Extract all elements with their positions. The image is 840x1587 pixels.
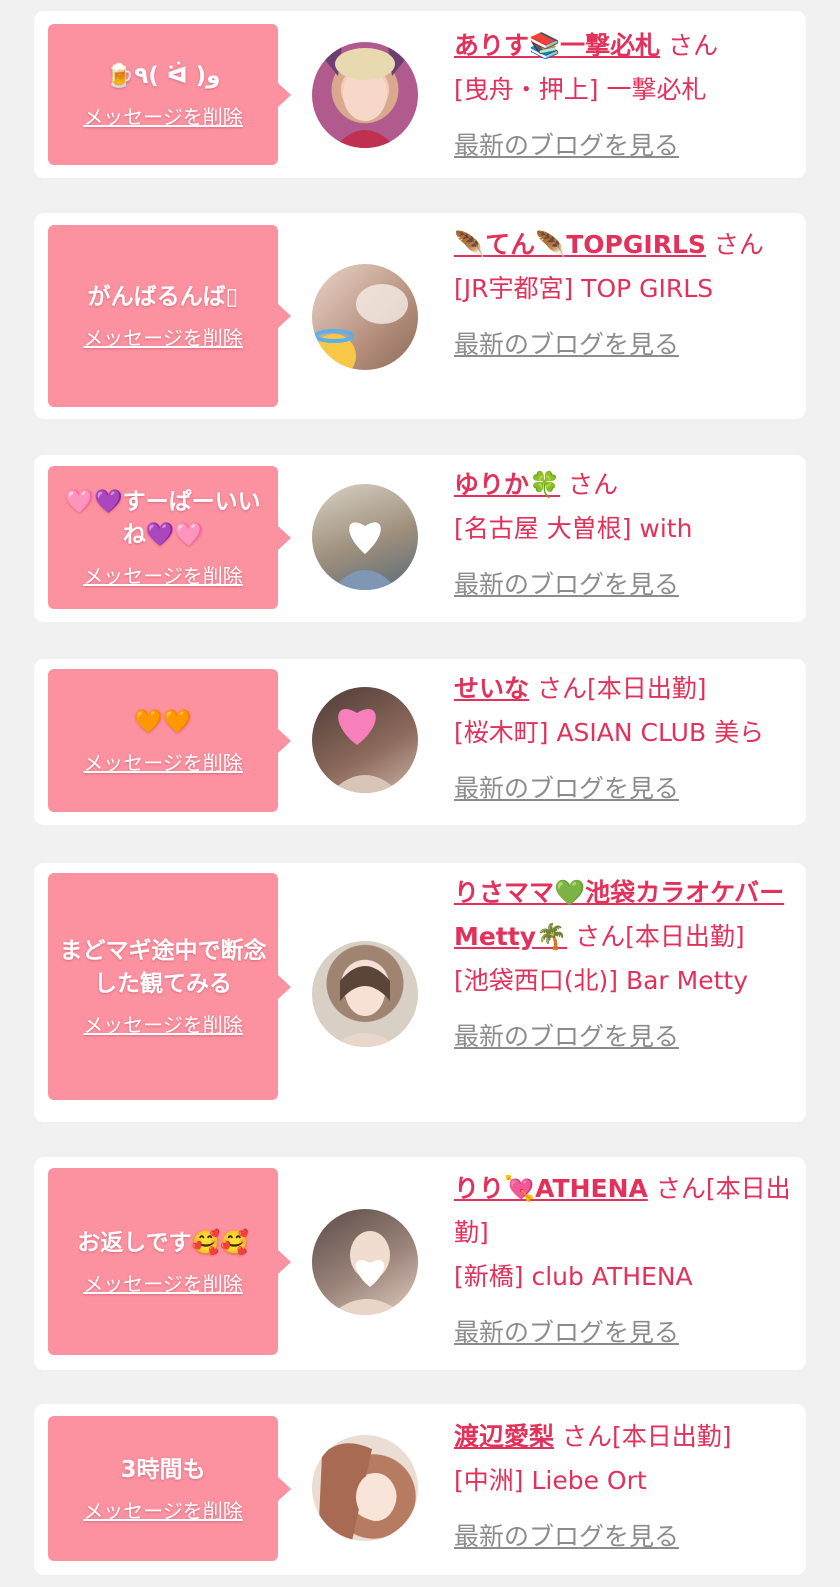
cast-info: せいな さん[本日出勤] [桜木町] ASIAN CLUB 美ら 最新のブログを…	[454, 667, 792, 811]
message-bubble: 🍺٩( ᐛ )و メッセージを削除	[48, 24, 291, 165]
cast-name-link[interactable]: りり💘ATHENA	[454, 1174, 648, 1203]
avatar[interactable]	[312, 264, 418, 370]
message-bubble: 🧡🧡 メッセージを削除	[48, 669, 291, 812]
message-card: がんばるんば▯ メッセージを削除 🪶てん🪶TOPGIRLS さん [JR宇都宮]…	[34, 213, 806, 419]
message-bubble: まどマギ途中で断念した観てみる メッセージを削除	[48, 873, 291, 1100]
honorific: さん	[713, 230, 764, 259]
latest-blog-link[interactable]: 最新のブログを見る	[454, 124, 679, 168]
avatar[interactable]	[312, 484, 418, 590]
message-text: 🧡🧡	[134, 708, 192, 735]
cast-info: りさママ💚池袋カラオケバーMetty🌴 さん[本日出勤] [池袋西口(北)] B…	[454, 871, 792, 1059]
latest-blog-link[interactable]: 最新のブログを見る	[454, 1311, 679, 1355]
avatar-image	[332, 522, 398, 590]
cast-name-link[interactable]: せいな	[454, 674, 529, 703]
shop-name: [曳舟・押上] 一撃必札	[454, 75, 707, 104]
message-text: がんばるんば▯	[87, 284, 239, 310]
avatar-image	[312, 284, 408, 370]
cast-info: 🪶てん🪶TOPGIRLS さん [JR宇都宮] TOP GIRLS 最新のブログ…	[454, 223, 792, 367]
delete-message-link[interactable]: メッセージを削除	[83, 560, 243, 589]
message-text: 🩷💜すーぱーいいね💜🩷	[65, 489, 261, 548]
shop-name: [名古屋 大曽根] with	[454, 514, 693, 543]
cast-name-link[interactable]: 渡辺愛梨	[454, 1422, 554, 1451]
honorific: さん[本日出勤]	[561, 1422, 732, 1451]
latest-blog-link[interactable]: 最新のブログを見る	[454, 1015, 679, 1059]
honorific: さん	[568, 470, 619, 499]
message-bubble: お返しです🥰🥰 メッセージを削除	[48, 1168, 291, 1355]
avatar[interactable]	[312, 1209, 418, 1315]
delete-message-link[interactable]: メッセージを削除	[83, 1009, 243, 1038]
cast-info: ありす📚一撃必札 さん [曳舟・押上] 一撃必札 最新のブログを見る	[454, 24, 792, 168]
message-card: まどマギ途中で断念した観てみる メッセージを削除 りさママ💚池袋カラオケバーMe…	[34, 863, 806, 1122]
shop-name: [池袋西口(北)] Bar Metty	[454, 966, 749, 995]
shop-name: [JR宇都宮] TOP GIRLS	[454, 274, 714, 303]
cast-name-link[interactable]: 🪶てん🪶TOPGIRLS	[454, 230, 706, 259]
message-text: 3時間も	[120, 1456, 206, 1483]
avatar-image	[318, 1443, 396, 1541]
avatar-image	[332, 966, 398, 1047]
avatar-image	[322, 46, 408, 148]
latest-blog-link[interactable]: 最新のブログを見る	[454, 563, 679, 607]
message-card: 🧡🧡 メッセージを削除 せいな さん[本日出勤] [桜木町] ASIAN CLU…	[34, 659, 806, 825]
message-text: まどマギ途中で断念した観てみる	[59, 938, 267, 997]
avatar[interactable]	[312, 941, 418, 1047]
delete-message-link[interactable]: メッセージを削除	[83, 101, 243, 130]
latest-blog-link[interactable]: 最新のブログを見る	[454, 1515, 679, 1559]
latest-blog-link[interactable]: 最新のブログを見る	[454, 323, 679, 367]
avatar[interactable]	[312, 687, 418, 793]
cast-info: ゆりか🍀 さん [名古屋 大曽根] with 最新のブログを見る	[454, 463, 792, 607]
avatar[interactable]	[312, 42, 418, 148]
message-text: 🍺٩( ᐛ )و	[105, 62, 221, 89]
honorific: さん[本日出勤]	[536, 674, 707, 703]
message-card: お返しです🥰🥰 メッセージを削除 りり💘ATHENA さん[本日出勤] [新橋]…	[34, 1157, 806, 1370]
message-text: お返しです🥰🥰	[77, 1229, 249, 1256]
latest-blog-link[interactable]: 最新のブログを見る	[454, 767, 679, 811]
avatar[interactable]	[312, 1435, 418, 1541]
cast-info: 渡辺愛梨 さん[本日出勤] [中洲] Liebe Ort 最新のブログを見る	[454, 1415, 792, 1559]
message-bubble: がんばるんば▯ メッセージを削除	[48, 225, 291, 407]
message-bubble: 3時間も メッセージを削除	[48, 1416, 291, 1561]
shop-name: [中洲] Liebe Ort	[454, 1466, 647, 1495]
honorific: さん[本日出勤]	[575, 922, 745, 951]
cast-info: りり💘ATHENA さん[本日出勤] [新橋] club ATHENA 最新のブ…	[454, 1167, 792, 1355]
cast-name-link[interactable]: ありす📚一撃必札	[454, 31, 660, 60]
message-card: 🍺٩( ᐛ )و メッセージを削除 ありす📚一撃必札 さん [曳舟・押上] 一撃…	[34, 11, 806, 178]
avatar-image	[330, 709, 400, 793]
shop-name: [新橋] club ATHENA	[454, 1262, 693, 1291]
avatar-image	[330, 1231, 404, 1315]
message-bubble: 🩷💜すーぱーいいね💜🩷 メッセージを削除	[48, 466, 291, 609]
message-card: 🩷💜すーぱーいいね💜🩷 メッセージを削除 ゆりか🍀 さん [名古屋 大曽根] w…	[34, 455, 806, 622]
delete-message-link[interactable]: メッセージを削除	[83, 322, 243, 351]
honorific: さん	[668, 31, 719, 60]
delete-message-link[interactable]: メッセージを削除	[83, 747, 243, 776]
delete-message-link[interactable]: メッセージを削除	[83, 1268, 243, 1297]
shop-name: [桜木町] ASIAN CLUB 美ら	[454, 718, 765, 747]
cast-name-link[interactable]: ゆりか🍀	[454, 470, 560, 499]
delete-message-link[interactable]: メッセージを削除	[83, 1495, 243, 1524]
message-card: 3時間も メッセージを削除 渡辺愛梨 さん[本日出勤] [中洲] Liebe O…	[34, 1404, 806, 1575]
